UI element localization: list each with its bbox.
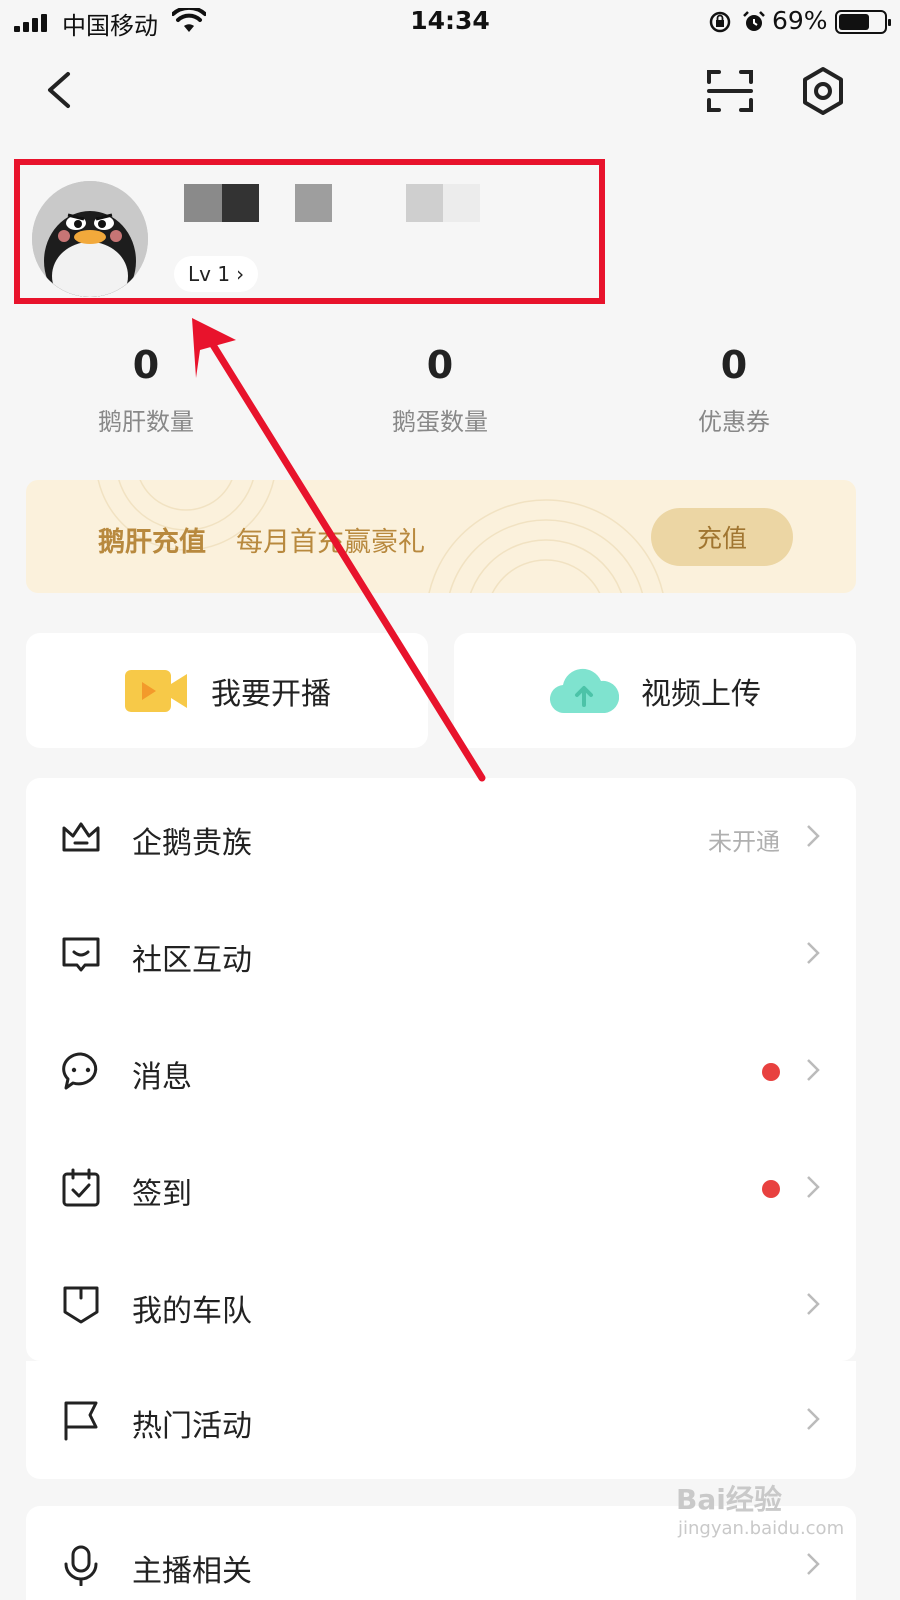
watermark-url: jingyan.baidu.com: [678, 1518, 845, 1539]
battery-fill: [839, 14, 869, 30]
status-bar: 中国移动 14:34 69%: [0, 0, 900, 44]
menu-label: 主播相关: [132, 1554, 252, 1589]
chevron-right-icon: [807, 1293, 820, 1315]
flag-icon: [64, 1401, 98, 1441]
recharge-button[interactable]: 充值: [651, 508, 793, 566]
highlight-annotation-box: [14, 159, 605, 304]
chevron-right-icon: [807, 1408, 820, 1430]
stat-label: 鹅肝数量: [98, 408, 194, 436]
scan-icon: [707, 70, 753, 112]
chevron-right-icon: [807, 825, 820, 847]
cloud-upload-icon: [549, 668, 619, 713]
unread-badge: [762, 1180, 780, 1198]
menu-label: 我的车队: [132, 1294, 252, 1329]
stat-value: 0: [132, 343, 160, 387]
chevron-right-icon: [807, 1553, 820, 1575]
menu-label: 企鹅贵族: [132, 826, 252, 861]
recharge-banner[interactable]: 鹅肝充值 每月首充赢豪礼 充值: [26, 480, 856, 593]
settings-button[interactable]: [796, 64, 850, 118]
signal-icon: [14, 12, 54, 32]
microphone-icon: [64, 1545, 98, 1586]
scan-button[interactable]: [705, 66, 755, 116]
clock: 14:34: [410, 6, 490, 35]
wifi-icon: [172, 8, 206, 32]
banner-subtitle: 每月首充赢豪礼: [236, 527, 425, 558]
crown-icon: [62, 822, 100, 852]
start-live-label: 我要开播: [211, 676, 331, 712]
stat-label: 鹅蛋数量: [392, 408, 488, 436]
menu-label: 社区互动: [132, 943, 252, 978]
vip-status: 未开通: [708, 828, 780, 856]
battery-icon: [835, 10, 891, 34]
menu-item-checkin[interactable]: 签到: [26, 1129, 856, 1246]
start-live-button[interactable]: 我要开播: [26, 633, 428, 748]
stat-label: 优惠券: [698, 408, 770, 436]
watermark-brand: Bai经验: [676, 1483, 782, 1516]
video-upload-button[interactable]: 视频上传: [454, 633, 856, 748]
menu-list-activities: 热门活动: [26, 1361, 856, 1479]
menu-label: 消息: [132, 1060, 192, 1095]
stat-value: 0: [720, 343, 748, 387]
stat-goose-egg[interactable]: 0 鹅蛋数量: [340, 340, 540, 437]
stat-value: 0: [426, 343, 454, 387]
shield-icon: [63, 1286, 99, 1324]
chevron-right-icon: [807, 1176, 820, 1198]
menu-item-community[interactable]: 社区互动: [26, 895, 856, 1012]
menu-item-team[interactable]: 我的车队: [26, 1246, 856, 1363]
battery-percent: 69%: [772, 6, 828, 35]
rotation-lock-icon: [709, 11, 731, 33]
menu-label: 签到: [132, 1177, 192, 1212]
alarm-icon: [743, 11, 765, 31]
chat-square-icon: [62, 937, 100, 972]
menu-list: 企鹅贵族 未开通 社区互动 消息 签到 我的车队: [26, 778, 856, 1361]
stat-goose-liver[interactable]: 0 鹅肝数量: [46, 340, 246, 437]
banner-title: 鹅肝充值: [98, 527, 206, 558]
video-upload-label: 视频上传: [641, 676, 761, 712]
menu-item-vip[interactable]: 企鹅贵族 未开通: [26, 778, 856, 895]
chevron-right-icon: [807, 942, 820, 964]
menu-item-messages[interactable]: 消息: [26, 1012, 856, 1129]
message-bubble-icon: [62, 1052, 98, 1090]
carrier-name: 中国移动: [62, 12, 158, 40]
calendar-check-icon: [62, 1168, 100, 1207]
video-camera-icon: [125, 669, 187, 712]
stat-coupons[interactable]: 0 优惠券: [634, 340, 834, 437]
gear-icon: [803, 67, 843, 115]
menu-item-events[interactable]: 热门活动: [26, 1361, 856, 1478]
menu-label: 热门活动: [132, 1409, 252, 1444]
chevron-left-icon: [48, 72, 70, 108]
back-button[interactable]: [36, 64, 84, 116]
unread-badge: [762, 1063, 780, 1081]
chevron-right-icon: [807, 1059, 820, 1081]
